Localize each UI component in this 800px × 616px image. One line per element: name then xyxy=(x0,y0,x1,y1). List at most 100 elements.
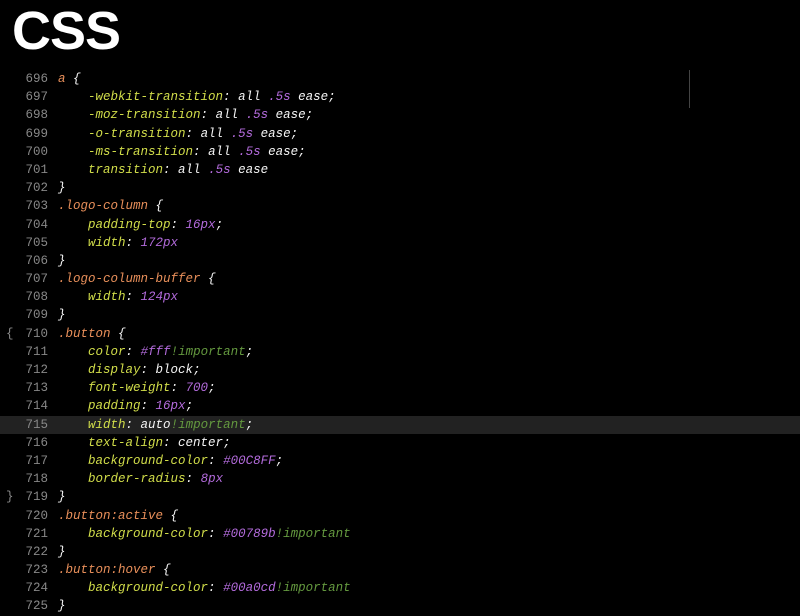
code-line[interactable]: } xyxy=(58,252,351,270)
code-line[interactable]: } xyxy=(58,543,351,561)
token-punc xyxy=(58,363,88,377)
token-punc: ; xyxy=(328,90,336,104)
token-sel: .logo-column xyxy=(58,199,148,213)
token-num: 16px xyxy=(156,399,186,413)
line-number: 698 xyxy=(0,106,48,124)
token-punc: : xyxy=(201,108,216,122)
token-punc: : xyxy=(171,381,186,395)
line-number: 705 xyxy=(0,234,48,252)
code-line[interactable]: } xyxy=(58,179,351,197)
code-line[interactable]: width: 124px xyxy=(58,288,351,306)
code-line[interactable]: border-radius: 8px xyxy=(58,470,351,488)
code-line[interactable]: text-align: center; xyxy=(58,434,351,452)
token-num: 172px xyxy=(141,236,179,250)
code-line[interactable]: .logo-column-buffer { xyxy=(58,270,351,288)
token-punc: { xyxy=(148,199,163,213)
token-punc xyxy=(58,454,88,468)
code-line[interactable]: display: block; xyxy=(58,361,351,379)
token-punc xyxy=(58,418,88,432)
line-number: 718 xyxy=(0,470,48,488)
code-line[interactable]: background-color: #00a0cd!important xyxy=(58,579,351,597)
token-str: all xyxy=(178,163,208,177)
code-line[interactable]: .button:active { xyxy=(58,507,351,525)
token-punc: : xyxy=(208,581,223,595)
token-punc xyxy=(58,290,88,304)
token-prop: width xyxy=(88,236,126,250)
code-line[interactable]: -ms-transition: all .5s ease; xyxy=(58,143,351,161)
code-line[interactable]: } xyxy=(58,306,351,324)
token-punc xyxy=(58,236,88,250)
line-number: 696 xyxy=(0,70,48,88)
token-str: auto xyxy=(141,418,171,432)
token-sel: .button:hover xyxy=(58,563,156,577)
token-punc: : xyxy=(141,399,156,413)
line-number: 719 xyxy=(0,488,48,506)
code-line[interactable]: transition: all .5s ease xyxy=(58,161,351,179)
line-number: 723 xyxy=(0,561,48,579)
code-line[interactable]: } xyxy=(58,597,351,615)
token-num: #00a0cd xyxy=(223,581,276,595)
line-number: 712 xyxy=(0,361,48,379)
code-line[interactable]: width: auto!important; xyxy=(58,416,351,434)
code-line[interactable]: padding-top: 16px; xyxy=(58,216,351,234)
token-punc: : xyxy=(163,436,178,450)
token-punc: ; xyxy=(306,108,314,122)
code-line[interactable]: -o-transition: all .5s ease; xyxy=(58,125,351,143)
token-punc: ; xyxy=(246,345,254,359)
line-number: 711 xyxy=(0,343,48,361)
token-prop: transition xyxy=(88,163,163,177)
token-punc: : xyxy=(126,290,141,304)
token-sel: .button xyxy=(58,327,111,341)
token-punc xyxy=(58,108,88,122)
line-number: 715 xyxy=(0,416,48,434)
token-punc xyxy=(58,345,88,359)
file-type-label: CSS xyxy=(12,0,788,62)
code-line[interactable]: -webkit-transition: all .5s ease; xyxy=(58,88,351,106)
token-punc: { xyxy=(156,563,171,577)
code-line[interactable]: .logo-column { xyxy=(58,197,351,215)
token-sel: .button:active xyxy=(58,509,163,523)
code-line[interactable]: .button { xyxy=(58,325,351,343)
token-prop: padding xyxy=(88,399,141,413)
line-number: 701 xyxy=(0,161,48,179)
token-num: .5s xyxy=(208,163,231,177)
code-line[interactable]: .button:hover { xyxy=(58,561,351,579)
token-punc: } xyxy=(58,308,66,322)
code-line[interactable]: width: 172px xyxy=(58,234,351,252)
token-prop: background-color xyxy=(88,581,208,595)
token-punc xyxy=(58,399,88,413)
title-bar: CSS xyxy=(0,0,800,68)
token-prop: border-radius xyxy=(88,472,186,486)
token-prop: font-weight xyxy=(88,381,171,395)
code-content[interactable]: a { -webkit-transition: all .5s ease; -m… xyxy=(58,68,351,616)
token-num: 124px xyxy=(141,290,179,304)
code-line[interactable]: color: #fff!important; xyxy=(58,343,351,361)
token-punc: ; xyxy=(298,145,306,159)
token-imp: !important xyxy=(276,581,351,595)
token-str: all xyxy=(238,90,268,104)
line-number: 722 xyxy=(0,543,48,561)
token-str: block xyxy=(156,363,194,377)
token-num: #00C8FF xyxy=(223,454,276,468)
code-line[interactable]: background-color: #00C8FF; xyxy=(58,452,351,470)
code-line[interactable]: padding: 16px; xyxy=(58,397,351,415)
token-str: ease xyxy=(231,163,269,177)
column-ruler xyxy=(689,70,690,108)
token-str: ease xyxy=(253,127,291,141)
code-line[interactable]: a { xyxy=(58,70,351,88)
line-number: 700 xyxy=(0,143,48,161)
code-line[interactable]: background-color: #00789b!important xyxy=(58,525,351,543)
line-number: 703 xyxy=(0,197,48,215)
code-line[interactable]: } xyxy=(58,488,351,506)
token-num: 700 xyxy=(186,381,209,395)
code-line[interactable]: -moz-transition: all .5s ease; xyxy=(58,106,351,124)
token-str: ease xyxy=(268,108,306,122)
token-str: all xyxy=(201,127,231,141)
token-punc xyxy=(58,218,88,232)
token-punc: : xyxy=(186,472,201,486)
line-number: 721 xyxy=(0,525,48,543)
code-line[interactable]: font-weight: 700; xyxy=(58,379,351,397)
token-punc xyxy=(58,381,88,395)
token-punc: ; xyxy=(193,363,201,377)
token-prop: background-color xyxy=(88,527,208,541)
